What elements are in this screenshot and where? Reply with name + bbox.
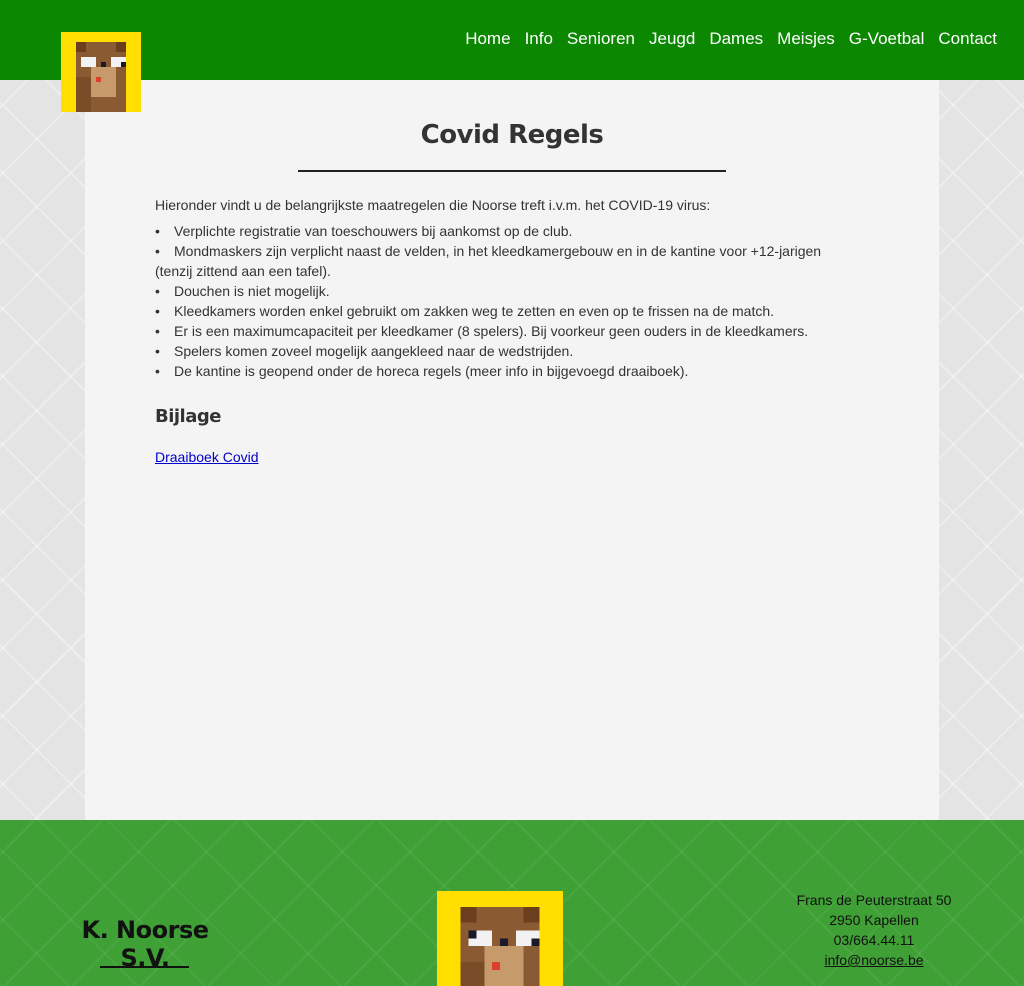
list-item: Verplichte registratie van toeschouwers … [155,221,855,241]
list-item: Kleedkamers worden enkel gebruikt om zak… [155,301,855,321]
email-link[interactable]: info@noorse.be [824,952,923,968]
nav-senioren[interactable]: Senioren [567,29,635,49]
footer-logo-icon [437,891,563,986]
list-item: De kantine is geopend onder de horeca re… [155,361,855,381]
site-footer: K. Noorse S.V. Frans de Peuterstraat 50 … [0,820,1024,986]
phone-number: 03/664.44.11 [833,932,915,948]
footer-contact: Frans de Peuterstraat 50 2950 Kapellen 0… [774,890,974,970]
attachment-link[interactable]: Draaiboek Covid [155,449,259,465]
nav-meisjes[interactable]: Meisjes [777,29,835,49]
rules-list: Verplichte registratie van toeschouwers … [155,221,855,381]
list-item: Mondmaskers zijn verplicht naast de veld… [155,241,855,281]
club-logo[interactable] [61,32,141,112]
main-nav: Home Info Senioren Jeugd Dames Meisjes G… [465,29,997,49]
intro-text: Hieronder vindt u de belangrijkste maatr… [155,197,711,213]
nav-g-voetbal[interactable]: G-Voetbal [849,29,925,49]
nav-info[interactable]: Info [525,29,553,49]
club-logo-icon [61,32,141,112]
footer-logo [437,891,563,986]
address-city: 2950 Kapellen [829,912,919,928]
list-item: Spelers komen zoveel mogelijk aangekleed… [155,341,855,361]
list-item: Er is een maximumcapaciteit per kleedkam… [155,321,855,341]
nav-jeugd[interactable]: Jeugd [649,29,695,49]
attachment-heading: Bijlage [155,406,221,427]
nav-contact[interactable]: Contact [938,29,997,49]
footer-divider [100,966,189,968]
main-content: Covid Regels Hieronder vindt u de belang… [85,80,939,820]
page-title: Covid Regels [420,120,604,150]
title-divider [298,170,726,172]
nav-dames[interactable]: Dames [709,29,763,49]
address-street: Frans de Peuterstraat 50 [796,892,952,908]
footer-club-name: K. Noorse S.V. [81,916,209,972]
nav-home[interactable]: Home [465,29,510,49]
site-header: Home Info Senioren Jeugd Dames Meisjes G… [0,0,1024,80]
list-item: Douchen is niet mogelijk. [155,281,855,301]
